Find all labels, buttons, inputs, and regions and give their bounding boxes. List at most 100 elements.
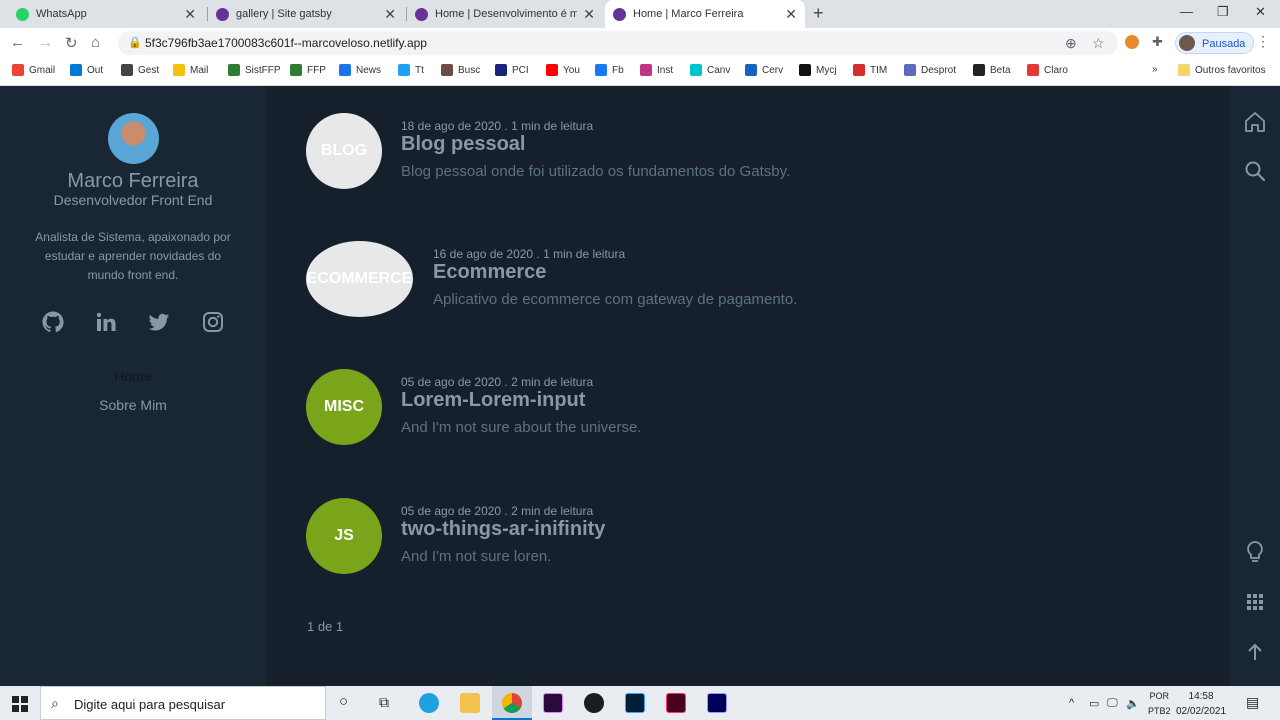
menu-link-sobre-mim[interactable]: Sobre Mim [0,397,266,413]
file-explorer-icon[interactable] [460,693,480,713]
bookmark-item[interactable]: Out [70,64,103,76]
post-title[interactable]: Lorem-Lorem-input [401,389,585,412]
puzzle-icon[interactable]: ✚ [1152,34,1163,50]
bookmark-item[interactable]: Busc [441,64,480,76]
post-tag-badge: ECOMMERCE [306,241,413,317]
close-window-button[interactable]: ✕ [1255,4,1266,20]
chrome-icon[interactable] [502,693,522,713]
bookmark-item[interactable]: PCI [495,64,529,76]
tray-icon[interactable]: ▭ [1089,697,1099,710]
add-icon[interactable]: ⊕ [1065,35,1077,52]
grid-icon[interactable] [1243,590,1267,614]
close-tab-icon[interactable]: ✕ [785,6,797,23]
tab-marco-ferreira[interactable]: Home | Marco Ferreira ✕ [605,0,805,28]
bookmark-item[interactable]: Canv [690,64,730,76]
profile-avatar [108,113,159,164]
indesign-icon[interactable] [666,693,686,713]
menu-link-home[interactable]: Home [0,368,266,384]
bookmark-favicon-icon [546,64,558,76]
bookmark-item[interactable]: Desprot [904,64,956,76]
close-tab-icon[interactable]: ✕ [184,6,196,23]
after-effects-icon[interactable] [707,693,727,713]
post-meta: 16 de ago de 2020 . 1 min de leitura [433,247,626,261]
tab-gallery[interactable]: gallery | Site gatsby ✕ [208,0,404,28]
bookmark-item[interactable]: Beta [973,64,1011,76]
bookmark-item[interactable]: Fb [595,64,624,76]
bookmark-item[interactable]: TIM [853,64,887,76]
network-icon[interactable]: 🖵 [1107,697,1118,710]
forward-icon[interactable]: → [38,34,53,51]
bookmark-item[interactable]: FFP [290,64,326,76]
premiere-icon[interactable] [543,693,563,713]
minimize-button[interactable]: — [1180,4,1193,19]
bookmark-favicon-icon [690,64,702,76]
avatar-icon [1179,35,1195,51]
bookmark-item[interactable]: Gest [121,64,159,76]
address-bar[interactable]: 🔒 5f3c796fb3ae1700083c601f--marcoveloso.… [118,31,1118,55]
linkedin-icon[interactable] [94,310,118,334]
close-tab-icon[interactable]: ✕ [583,6,595,23]
new-tab-button[interactable]: + [813,3,824,24]
star-icon[interactable]: ☆ [1092,35,1105,52]
edge-icon[interactable] [419,693,439,713]
tab-desenvolvimento[interactable]: Home | Desenvolvimento é minh ✕ [407,0,603,28]
extension-icon[interactable] [1125,35,1139,49]
search-icon[interactable] [1243,159,1267,183]
bookmark-favicon-icon [290,64,302,76]
bookmark-label: Mycj [816,64,837,76]
lightbulb-icon[interactable] [1243,540,1267,564]
instagram-icon[interactable] [201,310,225,334]
volume-icon[interactable]: 🔈 [1126,697,1140,710]
twitter-icon[interactable] [147,310,171,334]
post-meta: 18 de ago de 2020 . 1 min de leitura [401,119,594,133]
bookmark-item[interactable]: Gmail [12,64,55,76]
gatsby-icon [613,7,626,21]
clock[interactable]: 14:58 02/02/2021 [1176,689,1226,719]
bookmark-item[interactable]: Cerv [745,64,783,76]
maximize-button[interactable]: ❐ [1217,4,1229,20]
windows-start-icon[interactable] [12,696,28,712]
home-icon[interactable] [1243,110,1267,134]
app-icon[interactable] [584,693,604,713]
bookmark-label: Mail [190,64,209,76]
bookmark-item[interactable]: SistFFP [228,64,281,76]
bookmark-item[interactable]: Claro [1027,64,1068,76]
bookmark-favicon-icon [228,64,240,76]
bookmark-item[interactable]: Tt [398,64,424,76]
taskbar-search[interactable]: ⌕ Digite aqui para pesquisar [40,686,326,720]
arrow-up-icon[interactable] [1243,640,1267,664]
post-title[interactable]: Blog pessoal [401,133,525,156]
author-bio: Analista de Sistema, apaixonado por estu… [35,230,231,282]
close-tab-icon[interactable]: ✕ [384,6,396,23]
post-title[interactable]: Ecommerce [433,261,546,284]
home-browser-icon[interactable]: ⌂ [91,34,100,51]
bookmark-item[interactable]: Mail [173,64,208,76]
gatsby-icon [415,7,428,21]
task-view-icon[interactable]: ⧉ [379,694,389,711]
bookmark-item[interactable]: Inst [640,64,673,76]
back-icon[interactable]: ← [10,34,25,51]
other-bookmarks-folder[interactable]: Outros favoritos [1178,64,1266,76]
bookmark-favicon-icon [398,64,410,76]
reload-icon[interactable]: ↻ [65,34,78,52]
menu-icon[interactable]: ⋮ [1256,33,1270,50]
cortana-icon[interactable]: ○ [339,693,348,710]
browser-chrome: WhatsApp ✕ gallery | Site gatsby ✕ Home … [0,0,1280,86]
bookmark-favicon-icon [70,64,82,76]
bookmark-item[interactable]: You [546,64,580,76]
bookmark-item[interactable]: News [339,64,381,76]
profile-button[interactable]: Pausada [1175,32,1255,54]
notifications-icon[interactable]: ▤ [1246,694,1259,711]
chevron-up-icon[interactable]: ^ [1069,697,1074,709]
language-indicator[interactable]: POR PTB2 [1148,689,1171,719]
bookmark-item[interactable]: Mycj [799,64,837,76]
bookmarks-overflow-button[interactable]: » [1152,64,1158,75]
whatsapp-icon [16,7,29,21]
tab-title: Home | Desenvolvimento é minh [435,8,578,20]
bookmark-favicon-icon [595,64,607,76]
tab-whatsapp[interactable]: WhatsApp ✕ [8,0,204,28]
post-title[interactable]: two-things-ar-inifinity [401,518,605,541]
tab-title: gallery | Site gatsby [236,8,332,20]
photoshop-icon[interactable] [625,693,645,713]
github-icon[interactable] [41,310,65,334]
